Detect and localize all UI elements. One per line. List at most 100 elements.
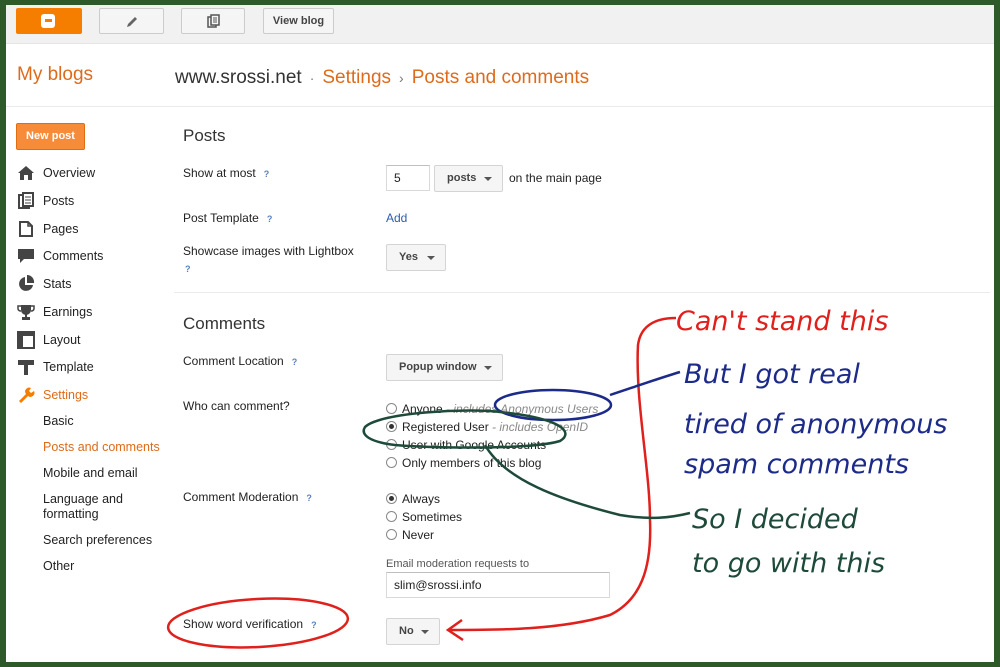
new-post-pencil-button[interactable]	[99, 8, 164, 34]
stats-icon	[19, 275, 35, 291]
posts-unit-select[interactable]: posts	[434, 165, 503, 192]
email-moderation-input[interactable]: slim@srossi.info	[386, 572, 610, 598]
wrench-icon	[19, 387, 35, 403]
comments-icon	[18, 249, 34, 263]
chevron-down-icon	[427, 256, 435, 260]
word-verification-text: Show word verification	[183, 617, 304, 631]
radio-button[interactable]	[386, 511, 397, 522]
show-at-most-text: Show at most	[183, 166, 256, 180]
comments-section-title: Comments	[183, 314, 266, 333]
comment-location-select[interactable]: Popup window	[386, 354, 503, 381]
lightbox-label: Showcase images with Lightbox?	[183, 243, 373, 278]
section-divider	[174, 292, 990, 293]
email-moderation-label: Email moderation requests to	[386, 558, 530, 570]
new-post-button[interactable]: New post	[16, 123, 85, 150]
radio-button-selected[interactable]	[386, 421, 397, 432]
radio-button-selected[interactable]	[386, 493, 397, 504]
who-can-comment-label: Who can comment?	[183, 399, 290, 413]
breadcrumb-settings[interactable]: Settings	[322, 67, 391, 88]
sidebar-item-label: Settings	[43, 388, 89, 402]
comment-location-text: Comment Location	[183, 354, 284, 368]
comment-location-label: Comment Location?	[183, 353, 297, 371]
trophy-icon	[17, 305, 35, 320]
blogger-logo-button[interactable]	[16, 8, 82, 34]
settings-subitem-other[interactable]: Other	[43, 559, 74, 574]
view-posts-button[interactable]	[181, 8, 245, 34]
help-icon[interactable]: ?	[264, 169, 270, 179]
moderation-option-always[interactable]: Always	[386, 492, 440, 509]
word-verification-select[interactable]: No	[386, 618, 440, 645]
sidebar-item-label: Pages	[43, 222, 79, 236]
post-template-label: Post Template?	[183, 210, 272, 228]
breadcrumb-separator: ·	[309, 70, 315, 86]
chevron-down-icon	[484, 366, 492, 370]
on-main-page-text: on the main page	[509, 171, 602, 185]
comment-moderation-text: Comment Moderation	[183, 490, 299, 504]
my-blogs-link[interactable]: My blogs	[17, 64, 93, 86]
document-stack-icon	[207, 14, 220, 28]
post-template-add-link[interactable]: Add	[386, 211, 407, 225]
show-at-most-label: Show at most?	[183, 165, 269, 183]
moderation-option-sometimes[interactable]: Sometimes	[386, 510, 462, 527]
radio-label: Always	[402, 492, 441, 506]
who-option-anyone[interactable]: Anyone - includes Anonymous Users	[386, 402, 598, 419]
radio-note: - includes OpenID	[488, 420, 589, 434]
help-icon[interactable]: ?	[267, 214, 273, 224]
radio-label: User with Google Accounts	[402, 438, 547, 452]
radio-button[interactable]	[386, 529, 397, 540]
show-at-most-input[interactable]: 5	[386, 165, 430, 191]
who-option-members-only[interactable]: Only members of this blog	[386, 456, 541, 473]
lightbox-value: Yes	[399, 251, 418, 263]
help-icon[interactable]: ?	[306, 493, 312, 503]
page-frame: View blog My blogs www.srossi.net · Settin…	[6, 5, 994, 662]
sidebar-item-label: Stats	[43, 277, 72, 291]
sidebar-item-label: Template	[43, 360, 94, 374]
blogger-icon	[41, 14, 55, 28]
radio-button[interactable]	[386, 403, 397, 414]
pages-icon	[19, 221, 33, 237]
settings-subitem-posts-and-comments[interactable]: Posts and comments	[43, 440, 160, 455]
breadcrumb-blog-name[interactable]: www.srossi.net	[175, 67, 302, 88]
sidebar-item-label: Earnings	[43, 305, 93, 319]
template-icon	[18, 360, 34, 375]
sidebar-item-label: Posts	[43, 194, 75, 208]
view-blog-button[interactable]: View blog	[263, 8, 334, 34]
home-icon	[18, 166, 34, 180]
radio-label: Only members of this blog	[402, 456, 542, 470]
post-template-text: Post Template	[183, 211, 259, 225]
lightbox-text: Showcase images with Lightbox	[183, 244, 354, 258]
word-verification-label: Show word verification?	[183, 616, 317, 634]
who-option-registered-user[interactable]: Registered User - includes OpenID	[386, 420, 588, 437]
comment-moderation-label: Comment Moderation?	[183, 489, 312, 507]
who-option-google-accounts[interactable]: User with Google Accounts	[386, 438, 546, 455]
breadcrumb-current-page: Posts and comments	[411, 67, 590, 88]
chevron-down-icon	[421, 630, 429, 634]
layout-icon	[17, 331, 35, 349]
radio-button[interactable]	[386, 439, 397, 450]
settings-subitem-mobile-and-email[interactable]: Mobile and email	[43, 466, 138, 481]
help-icon[interactable]: ?	[311, 620, 317, 630]
radio-note: - includes Anonymous Users	[442, 402, 599, 416]
settings-subitem-language-and-formatting[interactable]: Language and formatting	[43, 492, 143, 522]
word-verification-value: No	[399, 625, 414, 637]
sidebar-item-label: Layout	[43, 333, 81, 347]
settings-subitem-search-preferences[interactable]: Search preferences	[43, 533, 152, 548]
pencil-icon	[126, 17, 137, 27]
radio-label: Sometimes	[402, 510, 463, 524]
posts-unit-value: posts	[447, 172, 477, 184]
radio-label: Anyone	[402, 402, 443, 416]
posts-section-title: Posts	[183, 126, 226, 145]
help-icon[interactable]: ?	[292, 357, 298, 367]
radio-label: Never	[402, 528, 435, 542]
breadcrumb: www.srossi.net · Settings › Posts and commen…	[175, 67, 589, 89]
breadcrumb-separator: ›	[399, 70, 404, 86]
radio-button[interactable]	[386, 457, 397, 468]
chevron-down-icon	[484, 177, 492, 181]
comment-location-value: Popup window	[399, 361, 477, 373]
moderation-option-never[interactable]: Never	[386, 528, 434, 545]
settings-subitem-basic[interactable]: Basic	[43, 414, 74, 429]
header-divider	[6, 106, 994, 107]
help-icon[interactable]: ?	[185, 264, 191, 274]
lightbox-select[interactable]: Yes	[386, 244, 446, 271]
top-toolbar: View blog	[6, 5, 994, 44]
